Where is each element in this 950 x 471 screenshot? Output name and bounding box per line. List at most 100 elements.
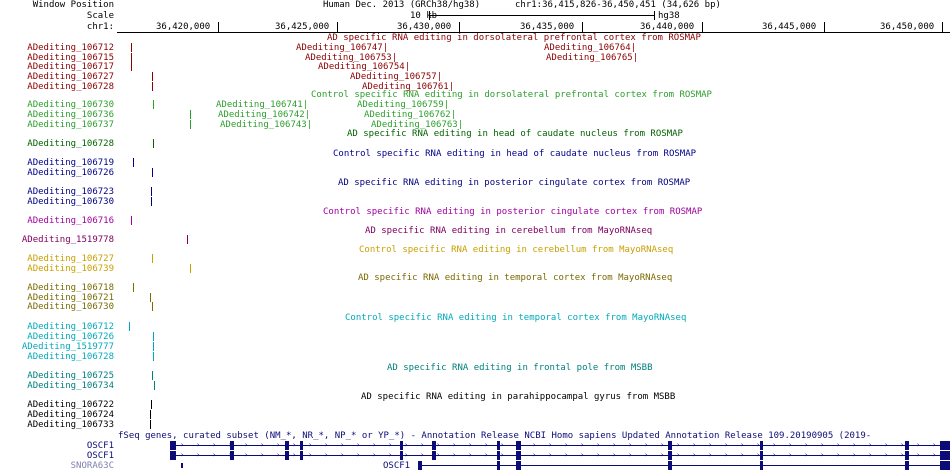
editing-site-label[interactable]: ADediting_106759| — [357, 100, 449, 110]
gene-row-label[interactable]: SNORA63C — [71, 461, 114, 471]
track-row-label[interactable]: ADediting_106724 — [27, 410, 114, 420]
editing-site-mark[interactable] — [151, 187, 152, 196]
editing-site-mark[interactable] — [153, 332, 154, 341]
editing-site-mark[interactable] — [152, 371, 153, 380]
gene-exon[interactable] — [668, 451, 672, 460]
track-row-label[interactable]: ADediting_106728 — [27, 139, 114, 149]
ruler-tick-label: 36,420,000 — [156, 22, 211, 32]
gene-exon[interactable] — [285, 451, 289, 460]
track-row-label[interactable]: ADediting_106737 — [27, 120, 114, 130]
editing-site-mark[interactable] — [190, 264, 191, 273]
track-row-label[interactable]: ADediting_106730 — [27, 302, 114, 312]
track-row-label[interactable]: ADediting_106728 — [27, 352, 114, 362]
gene-exon[interactable] — [668, 441, 672, 450]
track-row-label[interactable]: ADediting_1519777 — [22, 342, 114, 352]
track-row-label[interactable]: ADediting_106712 — [27, 322, 114, 332]
track-row-label[interactable]: ADediting_106730 — [27, 197, 114, 207]
editing-site-mark[interactable] — [190, 110, 191, 119]
gene-row-label[interactable]: OSCF1 — [87, 451, 114, 461]
editing-site-mark[interactable] — [133, 158, 134, 167]
gene-exon[interactable] — [170, 451, 176, 460]
editing-site-label[interactable]: ADediting_106742| — [218, 110, 310, 120]
editing-site-label[interactable]: ADediting_106754| — [318, 62, 410, 72]
editing-site-mark[interactable] — [153, 342, 154, 351]
editing-site-label[interactable]: ADediting_106757| — [350, 72, 442, 82]
track-row-label[interactable]: ADediting_106733 — [27, 420, 114, 430]
gene-inline-label[interactable]: OSCF1 — [383, 461, 410, 471]
gene-exon[interactable] — [170, 441, 176, 450]
strand-arrow-icon: › — [756, 441, 761, 449]
editing-site-mark[interactable] — [151, 197, 152, 206]
editing-site-label[interactable]: ADediting_106743| — [220, 120, 312, 130]
editing-site-mark[interactable] — [152, 254, 153, 263]
editing-site-mark[interactable] — [150, 410, 151, 419]
gene-exon[interactable] — [905, 441, 909, 450]
gene-exon[interactable] — [940, 441, 950, 450]
editing-site-mark[interactable] — [187, 235, 188, 244]
editing-site-mark[interactable] — [153, 352, 154, 361]
editing-site-label[interactable]: ADediting_106761| — [362, 82, 454, 92]
track-row-label[interactable]: ADediting_106725 — [27, 371, 114, 381]
track-row-label[interactable]: ADediting_106719 — [27, 158, 114, 168]
editing-site-mark[interactable] — [154, 381, 155, 390]
track-row-label[interactable]: ADediting_106739 — [27, 264, 114, 274]
strand-arrow-icon: › — [308, 451, 313, 459]
genome-browser-image[interactable]: Window Position Scale chr1: Human Dec. 2… — [0, 0, 950, 471]
track-row-label[interactable]: ADediting_106736 — [27, 110, 114, 120]
editing-site-mark[interactable] — [152, 82, 153, 91]
editing-site-mark[interactable] — [190, 120, 191, 129]
track-row-label[interactable]: ADediting_106717 — [27, 62, 114, 72]
track-row-label[interactable]: ADediting_1519778 — [22, 235, 114, 245]
gene-exon[interactable] — [400, 451, 403, 460]
gene-exon[interactable] — [760, 451, 763, 460]
gene-row-label[interactable]: OSCF1 — [87, 441, 114, 451]
ruler-tick-label: 36,425,000 — [275, 22, 330, 32]
track-row-label[interactable]: ADediting_106730 — [27, 100, 114, 110]
track-row-label[interactable]: ADediting_106726 — [27, 168, 114, 178]
editing-site-mark[interactable] — [131, 216, 132, 225]
gene-exon[interactable] — [300, 451, 303, 460]
editing-site-label[interactable]: ADediting_106763| — [371, 120, 463, 130]
editing-site-mark[interactable] — [129, 322, 130, 331]
editing-site-label[interactable]: ADediting_106747| — [296, 43, 388, 53]
track-row-label[interactable]: ADediting_106726 — [27, 332, 114, 342]
track-row-label[interactable]: ADediting_106734 — [27, 381, 114, 391]
editing-site-mark[interactable] — [150, 420, 151, 429]
track-row-label[interactable]: ADediting_106723 — [27, 187, 114, 197]
editing-site-mark[interactable] — [133, 283, 134, 292]
editing-site-mark[interactable] — [152, 72, 153, 81]
editing-site-mark[interactable] — [150, 293, 151, 302]
gene-exon[interactable] — [940, 451, 950, 460]
gene-exon[interactable] — [905, 451, 909, 460]
editing-site-mark[interactable] — [153, 139, 154, 148]
track-row-label[interactable]: ADediting_106728 — [27, 82, 114, 92]
editing-site-label[interactable]: ADediting_106741| — [216, 100, 308, 110]
editing-site-mark[interactable] — [152, 168, 153, 177]
editing-site-mark[interactable] — [131, 43, 132, 52]
snorna-mark[interactable] — [181, 463, 183, 468]
editing-site-label[interactable]: ADediting_106764| — [544, 43, 636, 53]
editing-site-mark[interactable] — [153, 100, 154, 109]
track-title: AD specific RNA editing in posterior cin… — [338, 178, 691, 188]
editing-site-mark[interactable] — [151, 400, 152, 409]
strand-arrow-icon: › — [340, 451, 345, 459]
strand-arrow-icon: › — [372, 441, 377, 449]
strand-arrow-icon: › — [292, 451, 297, 459]
gene-exon[interactable] — [760, 441, 763, 450]
editing-site-label[interactable]: ADediting_106765| — [546, 53, 638, 63]
gene-exon[interactable] — [285, 441, 289, 450]
editing-site-mark[interactable] — [152, 302, 153, 311]
editing-site-label[interactable]: ADediting_106762| — [364, 110, 456, 120]
track-row-label[interactable]: ADediting_106718 — [27, 283, 114, 293]
strand-arrow-icon: › — [404, 451, 409, 459]
track-row-label[interactable]: ADediting_106727 — [27, 72, 114, 82]
track-row-label[interactable]: ADediting_106722 — [27, 400, 114, 410]
editing-site-mark[interactable] — [131, 53, 132, 62]
editing-site-mark[interactable] — [131, 62, 132, 71]
track-title: AD specific RNA editing in head of cauda… — [347, 129, 683, 139]
gene-exon[interactable] — [400, 441, 403, 450]
track-row-label[interactable]: ADediting_106712 — [27, 43, 114, 53]
track-row-label[interactable]: ADediting_106727 — [27, 254, 114, 264]
track-row-label[interactable]: ADediting_106716 — [27, 216, 114, 226]
gene-exon[interactable] — [300, 441, 303, 450]
